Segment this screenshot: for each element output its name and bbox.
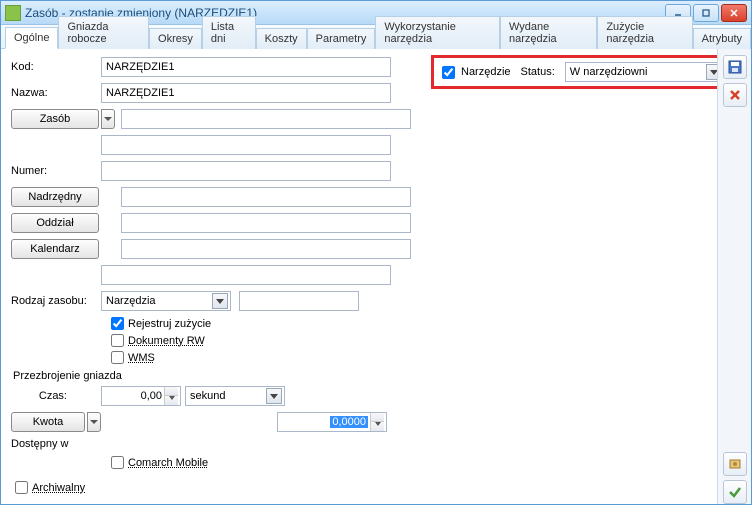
rejestruj-check[interactable]: Rejestruj zużycie bbox=[111, 317, 707, 330]
tab-wydane[interactable]: Wydane narzędzia bbox=[500, 16, 597, 49]
kwota-input[interactable]: 0,0000 bbox=[277, 412, 387, 432]
kalendarz-extra-input[interactable] bbox=[101, 265, 391, 285]
comarch-checkbox[interactable] bbox=[111, 456, 124, 469]
dostepny-label: Dostępny w bbox=[11, 438, 101, 450]
tab-parametry[interactable]: Parametry bbox=[307, 28, 376, 49]
kod-label: Kod: bbox=[11, 61, 101, 73]
narzedzie-check[interactable]: Narzędzie bbox=[438, 63, 511, 82]
tab-koszty[interactable]: Koszty bbox=[256, 28, 307, 49]
confirm-button[interactable] bbox=[723, 480, 747, 504]
zasob-input[interactable] bbox=[121, 109, 411, 129]
dokrw-label: Dokumenty RW bbox=[128, 335, 205, 347]
maximize-button[interactable] bbox=[693, 4, 719, 22]
delete-icon bbox=[728, 88, 742, 102]
nadrzedny-input[interactable] bbox=[121, 187, 411, 207]
zasob-extra-input[interactable] bbox=[101, 135, 391, 155]
save-icon bbox=[728, 60, 742, 74]
tab-ogolne[interactable]: Ogólne bbox=[5, 27, 58, 49]
archiwalny-checkbox[interactable] bbox=[15, 481, 28, 494]
spin-down-icon[interactable] bbox=[371, 422, 384, 431]
kwota-value: 0,0000 bbox=[330, 416, 368, 428]
nazwa-label: Nazwa: bbox=[11, 87, 101, 99]
archiwalny-check[interactable]: Archiwalny bbox=[15, 481, 707, 494]
oddzial-button[interactable]: Oddział bbox=[11, 213, 99, 233]
spin-up-icon[interactable] bbox=[165, 387, 178, 396]
app-icon bbox=[5, 5, 21, 21]
zasob-button[interactable]: Zasób bbox=[11, 109, 99, 129]
przezbrojenie-label: Przezbrojenie gniazda bbox=[13, 370, 707, 382]
window: Zasób - zostanie zmieniony (NARZĘDZIE1) … bbox=[0, 0, 752, 505]
numer-input[interactable] bbox=[101, 161, 391, 181]
narzedzie-checkbox[interactable] bbox=[442, 66, 455, 79]
spin-up-icon[interactable] bbox=[371, 413, 384, 422]
nazwa-input[interactable] bbox=[101, 83, 391, 103]
nadrzedny-button[interactable]: Nadrzędny bbox=[11, 187, 99, 207]
czas-value: 0,00 bbox=[141, 390, 162, 402]
rodzaj-dropdown[interactable]: Narzędzia bbox=[101, 291, 231, 311]
dokrw-check[interactable]: Dokumenty RW bbox=[111, 334, 707, 347]
wms-checkbox[interactable] bbox=[111, 351, 124, 364]
chevron-down-icon bbox=[706, 64, 717, 80]
tab-lista-dni[interactable]: Lista dni bbox=[202, 16, 256, 49]
status-label: Status: bbox=[521, 66, 555, 78]
settings-button[interactable] bbox=[723, 452, 747, 476]
rodzaj-label: Rodzaj zasobu: bbox=[11, 295, 101, 307]
kwota-button[interactable]: Kwota bbox=[11, 412, 85, 432]
status-dropdown[interactable]: W narzędziowni bbox=[565, 62, 717, 82]
rodzaj-extra-input[interactable] bbox=[239, 291, 359, 311]
wms-label: WMS bbox=[128, 352, 155, 364]
comarch-label: Comarch Mobile bbox=[128, 457, 208, 469]
settings-icon bbox=[728, 457, 742, 471]
rejestruj-label: Rejestruj zużycie bbox=[128, 318, 211, 330]
spin-down-icon[interactable] bbox=[165, 396, 178, 405]
numer-label: Numer: bbox=[11, 165, 101, 177]
tabbar: Ogólne Gniazda robocze Okresy Lista dni … bbox=[1, 25, 751, 49]
kod-input[interactable] bbox=[101, 57, 391, 77]
tab-atrybuty[interactable]: Atrybuty bbox=[693, 28, 751, 49]
delete-button[interactable] bbox=[723, 83, 747, 107]
status-block: Narzędzie Status: W narzędziowni bbox=[431, 55, 717, 89]
tab-zuzycie[interactable]: Zużycie narzędzia bbox=[597, 16, 692, 49]
close-button[interactable] bbox=[721, 4, 747, 22]
rodzaj-value: Narzędzia bbox=[106, 295, 156, 307]
chevron-down-icon bbox=[212, 293, 228, 309]
kwota-split[interactable] bbox=[87, 412, 101, 432]
comarch-check[interactable]: Comarch Mobile bbox=[111, 456, 707, 469]
kalendarz-button[interactable]: Kalendarz bbox=[11, 239, 99, 259]
content: Narzędzie Status: W narzędziowni Kod: Na… bbox=[1, 49, 717, 504]
body: Narzędzie Status: W narzędziowni Kod: Na… bbox=[1, 49, 751, 504]
oddzial-input[interactable] bbox=[121, 213, 411, 233]
czas-unit-dropdown[interactable]: sekund bbox=[185, 386, 285, 406]
archiwalny-label: Archiwalny bbox=[32, 482, 85, 494]
czas-label: Czas: bbox=[11, 390, 73, 402]
czas-unit-value: sekund bbox=[190, 390, 225, 402]
kalendarz-input[interactable] bbox=[121, 239, 411, 259]
wms-check[interactable]: WMS bbox=[111, 351, 707, 364]
dokrw-checkbox[interactable] bbox=[111, 334, 124, 347]
tab-wykorzystanie[interactable]: Wykorzystanie narzędzia bbox=[375, 16, 500, 49]
tab-okresy[interactable]: Okresy bbox=[149, 28, 202, 49]
czas-spin[interactable] bbox=[164, 387, 178, 405]
zasob-split[interactable] bbox=[101, 109, 115, 129]
chevron-down-icon bbox=[266, 388, 282, 404]
kwota-spin[interactable] bbox=[370, 413, 384, 431]
right-sidebar bbox=[717, 49, 751, 504]
check-icon bbox=[728, 485, 742, 499]
tab-gniazda[interactable]: Gniazda robocze bbox=[58, 16, 149, 49]
rejestruj-checkbox[interactable] bbox=[111, 317, 124, 330]
save-button[interactable] bbox=[723, 55, 747, 79]
status-value: W narzędziowni bbox=[570, 66, 648, 78]
czas-input[interactable]: 0,00 bbox=[101, 386, 181, 406]
narzedzie-label: Narzędzie bbox=[461, 66, 511, 78]
